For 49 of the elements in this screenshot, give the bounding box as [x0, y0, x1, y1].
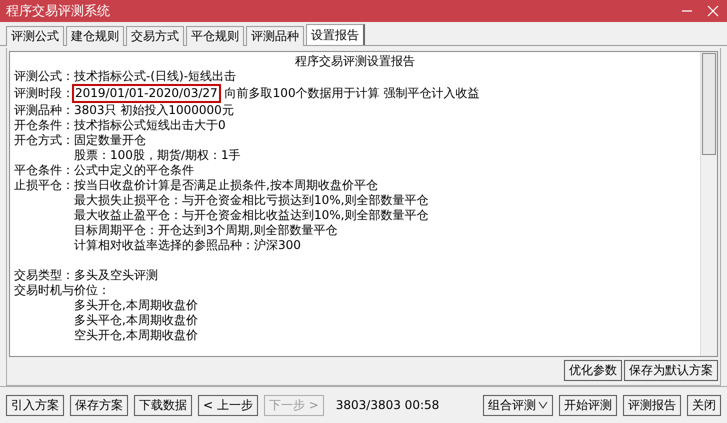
- scrollbar[interactable]: [700, 52, 717, 356]
- window-title: 程序交易评测系统: [6, 3, 110, 20]
- tab[interactable]: 设置报告: [306, 24, 365, 45]
- field-value: 目标周期平仓：开仓达到3个周期,则全部数量平仓: [74, 223, 338, 238]
- field-value: 多头平仓,本周期收盘价: [74, 313, 198, 328]
- tab[interactable]: 平仓规则: [186, 26, 244, 46]
- close-icon[interactable]: [705, 3, 721, 19]
- toolbar-button[interactable]: 开始评测: [559, 394, 617, 416]
- field-value: 按当日收盘价计算是否满足止损条件,按本周期收盘价平仓: [74, 178, 378, 193]
- field-value: 公式中定义的平仓条件: [74, 163, 194, 178]
- caret-icon: [538, 400, 548, 410]
- field-label: 开仓条件：: [14, 118, 74, 133]
- tab[interactable]: 评测公式: [6, 26, 64, 46]
- dropdown-button[interactable]: 组合评测: [483, 394, 553, 416]
- field-label: 平仓条件：: [14, 163, 74, 178]
- toolbar-button[interactable]: 评测报告: [623, 394, 681, 416]
- toolbar-button[interactable]: 引入方案: [6, 394, 64, 416]
- report-title: 程序交易评测设置报告: [294, 54, 416, 69]
- field-label: 评测公式：: [14, 69, 74, 84]
- tab[interactable]: 建仓规则: [66, 26, 124, 46]
- toolbar-button[interactable]: < 上一步: [198, 394, 258, 416]
- field-value: 股票：100股，期货/期权：1手: [74, 148, 241, 163]
- panel-button[interactable]: 优化参数: [564, 360, 622, 381]
- field-label: 交易类型：: [14, 268, 74, 283]
- field-value: 多头开仓,本周期收盘价: [74, 298, 198, 313]
- field-value: 计算相对收益率选择的参照品种：沪深300: [74, 238, 301, 253]
- field-label: 评测品种：: [14, 103, 74, 118]
- field-value: 多头及空头评测: [74, 268, 158, 283]
- status-text: 3803/3803 00:58: [336, 398, 440, 412]
- field-value: 3803只 初始投入1000000元: [74, 103, 234, 118]
- tab[interactable]: 评测品种: [246, 26, 304, 46]
- field-note: 向前多取100个数据用于计算 强制平仓计入收益: [224, 86, 480, 101]
- toolbar-button[interactable]: 保存方案: [70, 394, 128, 416]
- panel-button[interactable]: 保存为默认方案: [624, 360, 718, 381]
- field-value: 技术指标公式短线出击大于0: [74, 118, 226, 133]
- toolbar-button[interactable]: 下载数据: [134, 394, 192, 416]
- field-value: 最大收益止盈平仓：与开仓资金相比收益达到10%,则全部数量平仓: [74, 208, 428, 223]
- scrollbar-thumb[interactable]: [702, 53, 716, 155]
- field-label: 止损平仓：: [14, 178, 74, 193]
- field-label: 交易时机与价位：: [14, 283, 110, 298]
- field-value: 最大损失止损平仓：与开仓资金相比亏损达到10%,则全部数量平仓: [74, 193, 428, 208]
- field-label: 开仓方式：: [14, 133, 74, 148]
- tab[interactable]: 交易方式: [126, 26, 184, 46]
- field-value: 空头开仓,本周期收盘价: [74, 328, 198, 343]
- field-label: 评测时段：: [14, 86, 74, 101]
- highlighted-value: 2019/01/01-2020/03/27: [74, 86, 219, 101]
- field-value: 固定数量开仓: [74, 133, 146, 148]
- field-value: 技术指标公式-(日线)-短线出击: [74, 69, 236, 84]
- toolbar-button[interactable]: 关闭: [687, 394, 721, 416]
